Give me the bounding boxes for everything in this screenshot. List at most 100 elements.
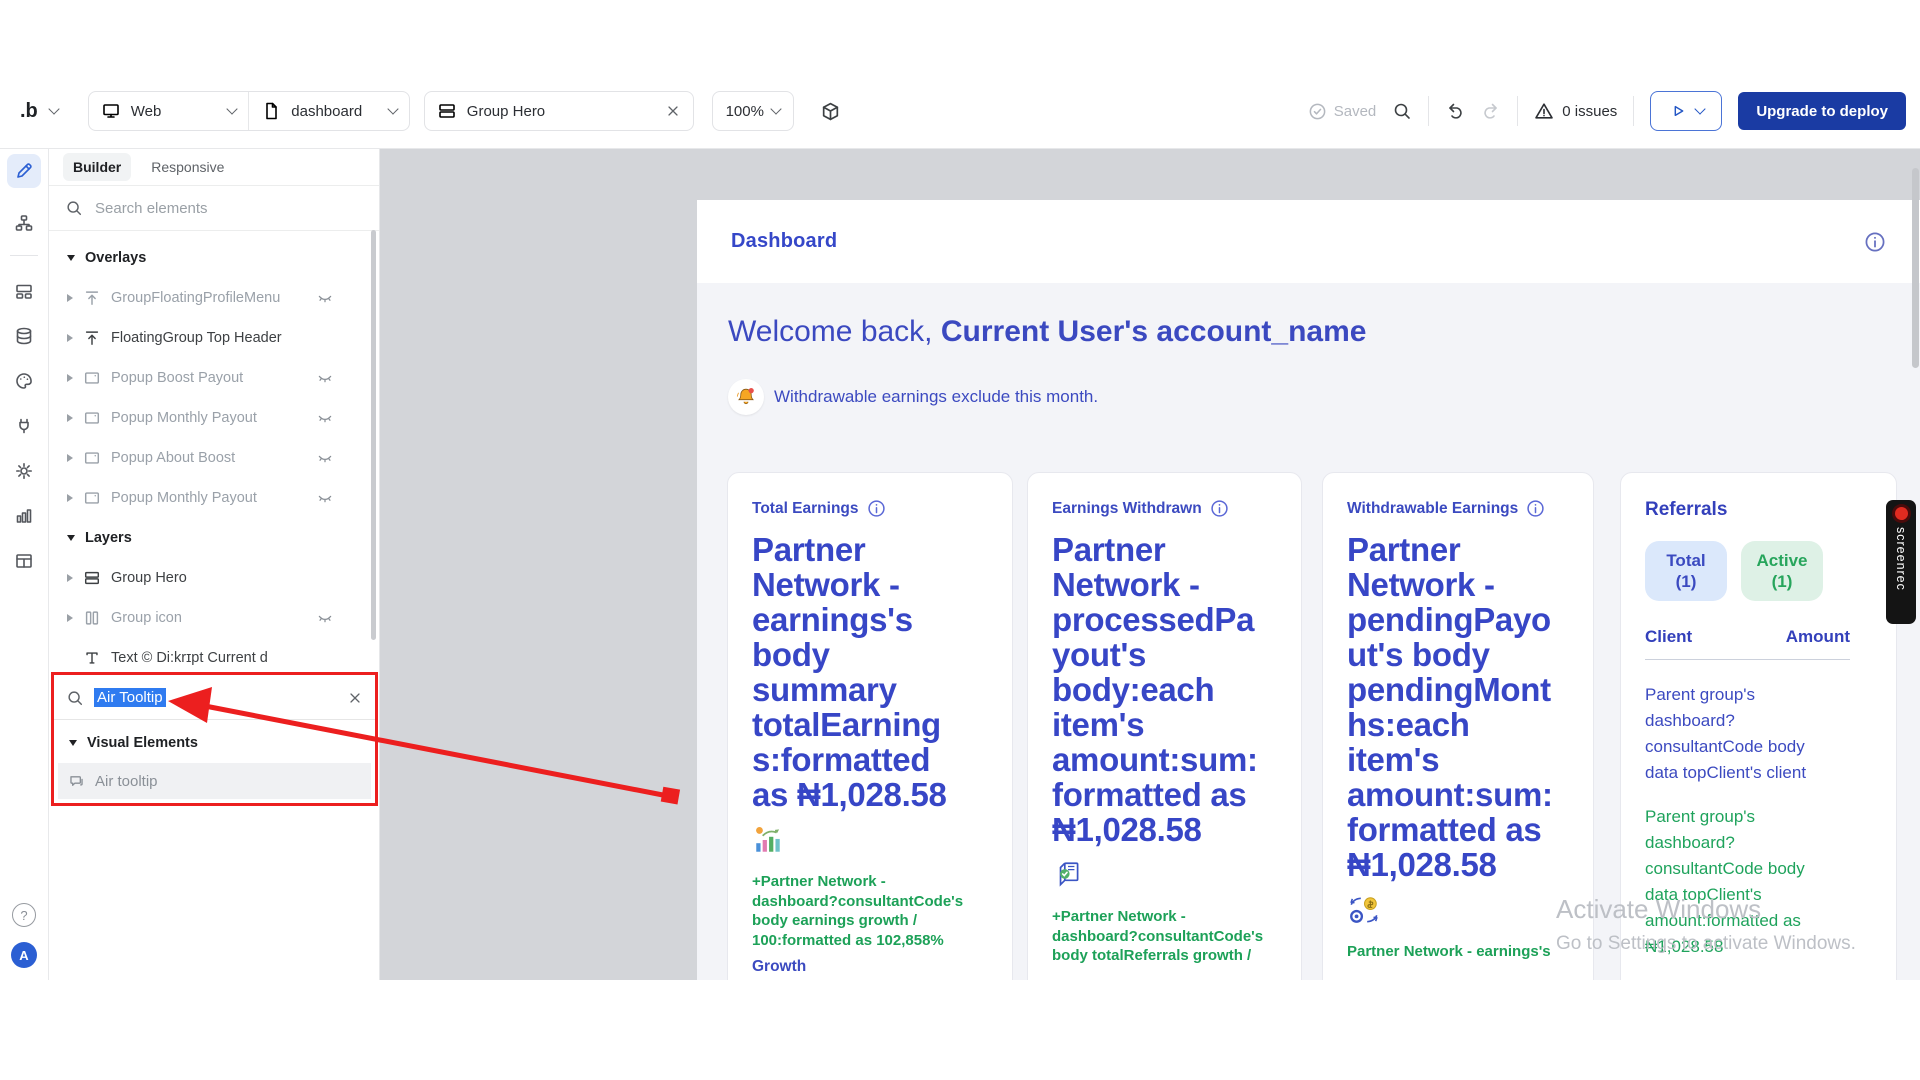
app-logo-menu[interactable]: .b	[14, 100, 64, 123]
popup-icon	[83, 369, 101, 387]
close-icon[interactable]	[665, 103, 681, 119]
card-title: Withdrawable Earnings	[1347, 500, 1518, 518]
top-toolbar: .b Web dashboard Group Hero	[0, 0, 1920, 149]
panel-scrollbar[interactable]	[371, 230, 376, 640]
tree-item-group-hero[interactable]: Group Hero	[49, 558, 379, 598]
upgrade-label: Upgrade to deploy	[1756, 103, 1888, 120]
chip-label: Active	[1756, 550, 1807, 571]
tree-item-label: GroupFloatingProfileMenu	[111, 290, 280, 306]
tree-item-group-icon[interactable]: Group icon	[49, 598, 379, 638]
tree-item-popup-monthly-payout-2[interactable]: Popup Monthly Payout	[49, 478, 379, 518]
search-button[interactable]	[1392, 101, 1412, 121]
selection-label: Group Hero	[467, 103, 545, 120]
chip-active[interactable]: Active (1)	[1741, 541, 1823, 601]
caret-down-icon	[67, 535, 75, 541]
tree-item-label: Text © Di:krɪpt Current d	[111, 650, 268, 666]
page-label: dashboard	[291, 103, 362, 120]
result-label: Air tooltip	[95, 773, 158, 790]
popup-icon	[83, 409, 101, 427]
eye-closed-icon[interactable]	[317, 290, 333, 306]
eye-closed-icon[interactable]	[317, 490, 333, 506]
bar-chart-icon	[14, 506, 34, 526]
screenrec-widget[interactable]: screenrec	[1886, 500, 1916, 624]
popup-icon	[83, 489, 101, 507]
help-button[interactable]: ?	[12, 903, 36, 927]
info-icon[interactable]	[1210, 499, 1229, 518]
tree-item-popup-monthly-payout[interactable]: Popup Monthly Payout	[49, 398, 379, 438]
referral-client-cell: Parent group's dashboard? consultantCode…	[1645, 682, 1872, 786]
tree-item-popup-about-boost[interactable]: Popup About Boost	[49, 438, 379, 478]
tree-item-group-floating-profile-menu[interactable]: GroupFloatingProfileMenu	[49, 278, 379, 318]
device-page-control: Web dashboard	[88, 91, 410, 131]
theme-button[interactable]	[14, 371, 34, 391]
settings-button[interactable]	[14, 461, 34, 481]
col-amount: Amount	[1786, 627, 1850, 647]
chevron-down-icon	[227, 103, 238, 114]
caret-right-icon	[67, 454, 73, 462]
design-canvas[interactable]: Dashboard Welcome back, Current User's a…	[380, 148, 1920, 980]
issues-button[interactable]: 0 issues	[1534, 101, 1617, 121]
tree-section-overlays[interactable]: Overlays	[49, 238, 379, 278]
eye-closed-icon[interactable]	[317, 410, 333, 426]
eye-closed-icon[interactable]	[317, 370, 333, 386]
tab-responsive[interactable]: Responsive	[151, 159, 224, 175]
tree-item-floating-group-top-header[interactable]: FloatingGroup Top Header	[49, 318, 379, 358]
tree-item-label: Popup Monthly Payout	[111, 410, 257, 426]
welcome-prefix: Welcome back,	[728, 315, 941, 348]
section-label: Visual Elements	[87, 735, 198, 751]
divider	[1517, 96, 1518, 126]
layers-tree: Overlays GroupFloatingProfileMenu Floati…	[49, 238, 379, 678]
gear-icon	[14, 461, 34, 481]
search-placeholder: Search elements	[95, 200, 208, 217]
component-cube-button[interactable]	[820, 101, 841, 122]
card-title: Earnings Withdrawn	[1052, 500, 1202, 518]
search-result-air-tooltip[interactable]: Air tooltip	[58, 763, 371, 799]
eye-closed-icon[interactable]	[317, 450, 333, 466]
card-total-earnings: Total Earnings Partner Network - earning…	[727, 472, 1013, 980]
divider	[1633, 96, 1634, 126]
zoom-selector[interactable]: 100%	[712, 91, 794, 131]
device-label: Web	[131, 103, 162, 120]
page-selector[interactable]: dashboard	[249, 92, 409, 130]
integrations-button[interactable]	[14, 416, 34, 436]
screens-icon	[14, 281, 34, 301]
check-circle-icon	[1308, 102, 1327, 121]
element-search-input[interactable]: Air Tooltip	[54, 676, 375, 720]
canvas-scrollbar[interactable]	[1912, 168, 1919, 368]
device-selector[interactable]: Web	[89, 92, 249, 130]
tree-section-layers[interactable]: Layers	[49, 518, 379, 558]
info-icon[interactable]	[1526, 499, 1545, 518]
eye-closed-icon[interactable]	[317, 610, 333, 626]
edit-tool-button[interactable]	[7, 154, 41, 188]
caret-down-icon	[69, 740, 77, 746]
bell-icon	[728, 379, 764, 415]
chip-total[interactable]: Total (1)	[1645, 541, 1727, 601]
info-icon[interactable]	[867, 499, 886, 518]
record-dot-icon	[1895, 507, 1908, 520]
exchange-money-icon	[1347, 894, 1569, 926]
redo-button[interactable]	[1481, 101, 1501, 121]
upgrade-to-deploy-button[interactable]: Upgrade to deploy	[1738, 92, 1906, 130]
growth-chart-icon	[752, 824, 988, 856]
screens-button[interactable]	[14, 281, 34, 301]
divider	[10, 255, 38, 256]
search-icon	[66, 689, 84, 707]
sitemap-button[interactable]	[14, 213, 34, 233]
user-avatar[interactable]: A	[11, 942, 37, 968]
tree-item-popup-boost-payout[interactable]: Popup Boost Payout	[49, 358, 379, 398]
info-icon[interactable]	[1864, 231, 1886, 253]
selected-element-control[interactable]: Group Hero	[424, 91, 694, 131]
tables-button[interactable]	[14, 551, 34, 571]
preview-button[interactable]	[1650, 91, 1722, 131]
panel-tabs: Builder Responsive	[49, 148, 379, 186]
clear-search-icon[interactable]	[347, 690, 363, 706]
chevron-down-icon	[387, 103, 398, 114]
undo-button[interactable]	[1445, 101, 1465, 121]
play-icon	[1669, 102, 1687, 120]
analytics-button[interactable]	[14, 506, 34, 526]
notice-text: Withdrawable earnings exclude this month…	[774, 387, 1098, 407]
visual-elements-section[interactable]: Visual Elements	[54, 727, 375, 759]
database-button[interactable]	[14, 326, 34, 346]
search-elements-input[interactable]: Search elements	[49, 186, 379, 231]
tab-builder[interactable]: Builder	[63, 153, 131, 181]
